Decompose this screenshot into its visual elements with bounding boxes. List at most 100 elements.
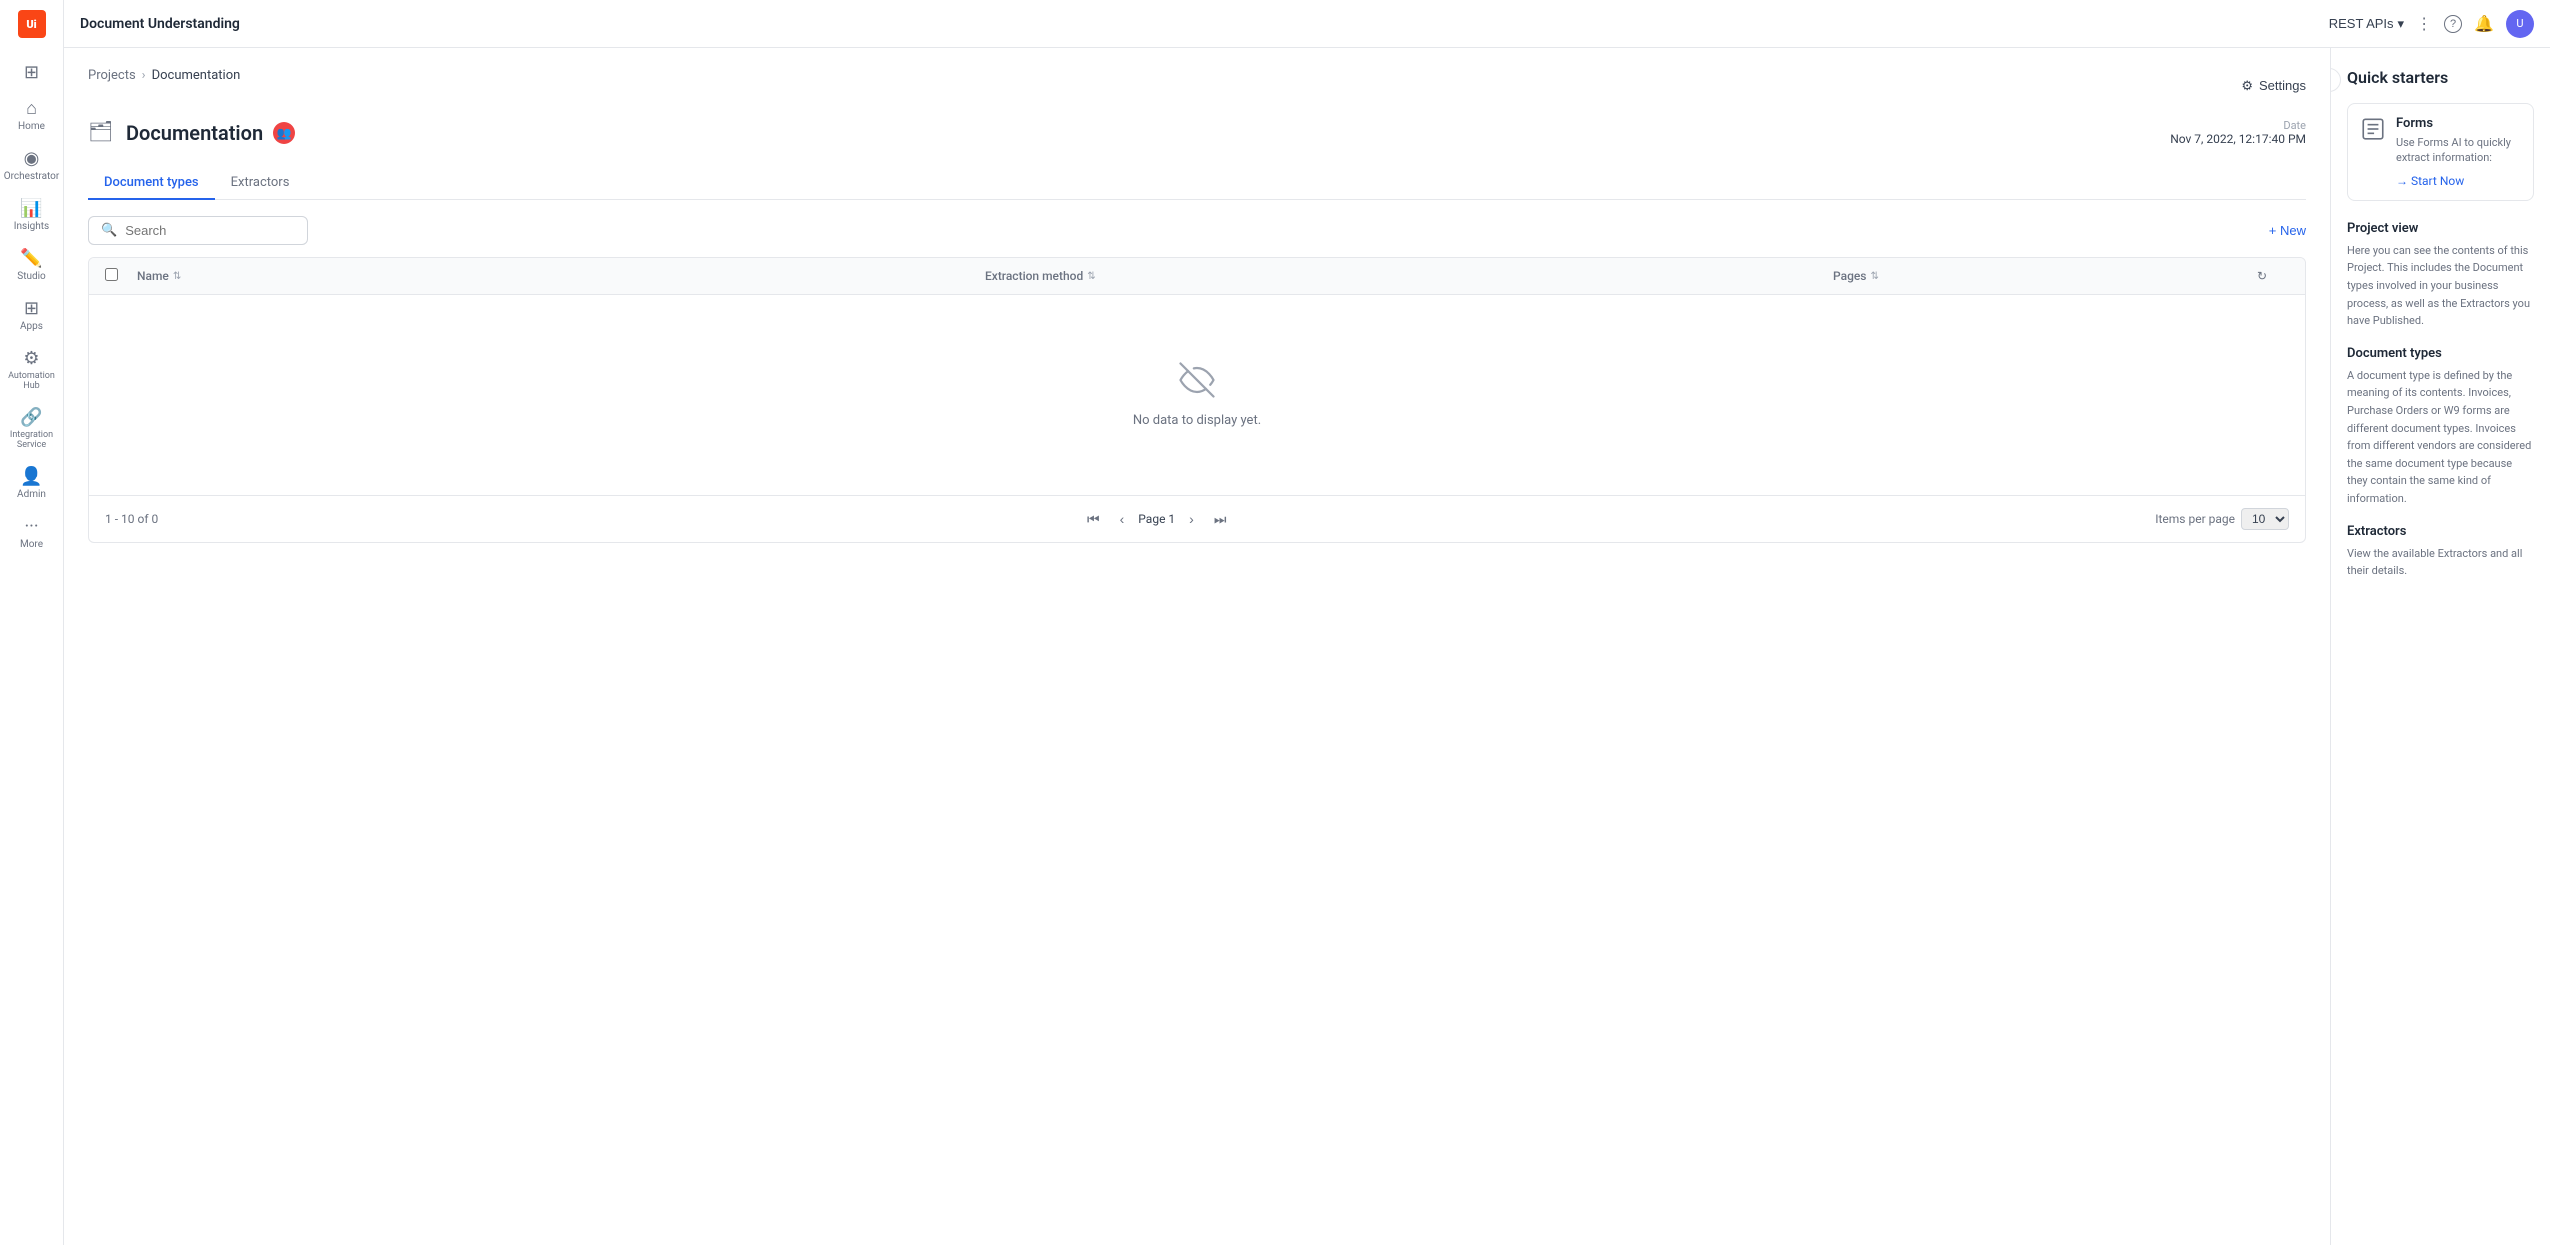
product-name: Document Understanding [80, 16, 240, 32]
sidebar-item-label: Studio [17, 271, 46, 282]
folder-icon: 🗂 [88, 119, 116, 147]
table-header: Name ⇅ Extraction method ⇅ Pages ⇅ ↻ [89, 258, 2305, 295]
search-input[interactable] [125, 223, 295, 238]
right-panel: › Quick starters Forms [2330, 48, 2550, 1245]
qs-description: Use Forms AI to quickly extract informat… [2396, 135, 2521, 166]
page-header-left: 🗂 Documentation 👥 [88, 119, 295, 147]
per-page-select[interactable]: 10 25 50 [2241, 508, 2289, 530]
info-section-project-view: Project view Here you can see the conten… [2347, 221, 2534, 330]
breadcrumb-projects[interactable]: Projects [88, 68, 136, 83]
sidebar-item-insights[interactable]: 📊 Insights [4, 192, 60, 240]
column-header-name[interactable]: Name ⇅ [137, 269, 985, 283]
prev-page-button[interactable]: ‹ [1114, 509, 1131, 529]
dots-icon: ⋮ [2416, 14, 2432, 34]
forms-icon [2360, 116, 2386, 148]
table-container: Name ⇅ Extraction method ⇅ Pages ⇅ ↻ [88, 257, 2306, 543]
more-options-button[interactable]: ⋮ [2416, 14, 2432, 34]
sidebar-item-admin[interactable]: 👤 Admin [4, 460, 60, 508]
sort-icon-extraction: ⇅ [1087, 271, 1095, 282]
info-section-title-project-view: Project view [2347, 221, 2534, 236]
sidebar-item-grid[interactable]: ⊞ [4, 56, 60, 90]
new-button[interactable]: + New [2269, 223, 2306, 238]
pagination: 1 - 10 of 0 ⏮ ‹ Page 1 › ⏭ Items per pag… [89, 495, 2305, 542]
sidebar-item-more[interactable]: ··· More [4, 510, 60, 558]
sidebar-item-label: Automation Hub [8, 371, 56, 391]
sidebar-item-label: Integration Service [8, 430, 56, 450]
topbar-left: Document Understanding [80, 16, 240, 32]
items-per-page-label: Items per page [2155, 512, 2235, 526]
sidebar-item-apps[interactable]: ⊞ Apps [4, 292, 60, 340]
notifications-button[interactable]: 🔔 [2474, 14, 2494, 34]
gear-icon: ⚙ [2241, 78, 2253, 94]
search-box: 🔍 [88, 216, 308, 245]
no-data-text: No data to display yet. [1133, 413, 1261, 428]
sidebar-item-home[interactable]: ⌂ Home [4, 92, 60, 140]
tab-document-types[interactable]: Document types [88, 167, 215, 200]
settings-button[interactable]: ⚙ Settings [2241, 78, 2306, 94]
quick-starter-info: Forms Use Forms AI to quickly extract in… [2396, 116, 2521, 188]
breadcrumb-separator: › [142, 68, 146, 83]
info-section-extractors: Extractors View the available Extractors… [2347, 524, 2534, 580]
info-section-document-types: Document types A document type is define… [2347, 346, 2534, 508]
info-section-title-extractors: Extractors [2347, 524, 2534, 539]
topbar: Document Understanding REST APIs ▾ ⋮ ? 🔔… [64, 0, 2550, 48]
breadcrumb-current: Documentation [152, 68, 241, 83]
sidebar-item-studio[interactable]: ✏️ Studio [4, 242, 60, 290]
toolbar: 🔍 + New [88, 216, 2306, 245]
sidebar-item-label: Home [18, 121, 45, 132]
more-icon: ··· [24, 518, 38, 536]
sort-icon-name: ⇅ [173, 271, 181, 282]
info-section-text-project-view: Here you can see the contents of this Pr… [2347, 242, 2534, 330]
page-header: 🗂 Documentation 👥 Date Nov 7, 2022, 12:1… [88, 119, 2306, 147]
badge-icon: 👥 [277, 126, 292, 140]
sidebar-item-label: Insights [14, 221, 49, 232]
next-page-button[interactable]: › [1183, 509, 1200, 529]
start-now-link[interactable]: → Start Now [2396, 174, 2521, 188]
first-page-button[interactable]: ⏮ [1081, 509, 1106, 530]
topbar-right: REST APIs ▾ ⋮ ? 🔔 U [2329, 10, 2534, 38]
search-icon: 🔍 [101, 223, 117, 238]
sidebar-item-orchestrator[interactable]: ◉ Orchestrator [4, 142, 60, 190]
product-logo: Document Understanding [80, 16, 240, 32]
main-wrapper: Document Understanding REST APIs ▾ ⋮ ? 🔔… [64, 0, 2550, 1245]
page-title: Documentation [126, 121, 263, 145]
sidebar-item-integration-service[interactable]: 🔗 Integration Service [4, 401, 60, 458]
sidebar-item-automation-hub[interactable]: ⚙ Automation Hub [4, 342, 60, 399]
title-badge: 👥 [273, 122, 295, 144]
studio-icon: ✏️ [20, 250, 42, 268]
refresh-button[interactable]: ↻ [2257, 269, 2289, 283]
panel-title: Quick starters [2347, 68, 2534, 87]
tabs: Document types Extractors [88, 167, 2306, 200]
date-label: Date [2170, 119, 2306, 132]
avatar[interactable]: U [2506, 10, 2534, 38]
column-header-extraction[interactable]: Extraction method ⇅ [985, 269, 1833, 283]
breadcrumb: Projects › Documentation [88, 68, 240, 83]
tab-extractors[interactable]: Extractors [215, 167, 306, 200]
sidebar-item-label: Admin [17, 489, 46, 500]
app-logo[interactable]: Ui [8, 8, 56, 40]
column-header-pages[interactable]: Pages ⇅ [1833, 269, 2257, 283]
content-area: Projects › Documentation ⚙ Settings 🗂 Do… [64, 48, 2550, 1245]
select-all-checkbox[interactable] [105, 268, 137, 284]
qs-title: Forms [2396, 116, 2521, 131]
page-header-right: Date Nov 7, 2022, 12:17:40 PM [2170, 119, 2306, 146]
orchestrator-icon: ◉ [24, 150, 40, 168]
checkbox-all[interactable] [105, 268, 118, 281]
apps-icon: ⊞ [24, 300, 39, 318]
rest-api-button[interactable]: REST APIs ▾ [2329, 16, 2404, 32]
pagination-range: 1 - 10 of 0 [105, 512, 158, 526]
insights-icon: 📊 [20, 200, 42, 218]
table-body: No data to display yet. [89, 295, 2305, 495]
help-button[interactable]: ? [2444, 15, 2462, 33]
no-data-icon [1179, 362, 1215, 405]
info-section-title-document-types: Document types [2347, 346, 2534, 361]
page-label: Page 1 [1138, 512, 1175, 526]
pagination-controls: ⏮ ‹ Page 1 › ⏭ [1081, 509, 1232, 530]
info-section-text-extractors: View the available Extractors and all th… [2347, 545, 2534, 580]
refresh-icon: ↻ [2257, 269, 2267, 283]
integration-icon: 🔗 [20, 409, 42, 427]
sidebar: Ui ⊞ ⌂ Home ◉ Orchestrator 📊 Insights ✏️… [0, 0, 64, 1245]
panel-content: Quick starters Forms Use Forms AI to q [2331, 48, 2550, 616]
last-page-button[interactable]: ⏭ [1208, 509, 1233, 530]
quick-starter-card: Forms Use Forms AI to quickly extract in… [2347, 103, 2534, 201]
